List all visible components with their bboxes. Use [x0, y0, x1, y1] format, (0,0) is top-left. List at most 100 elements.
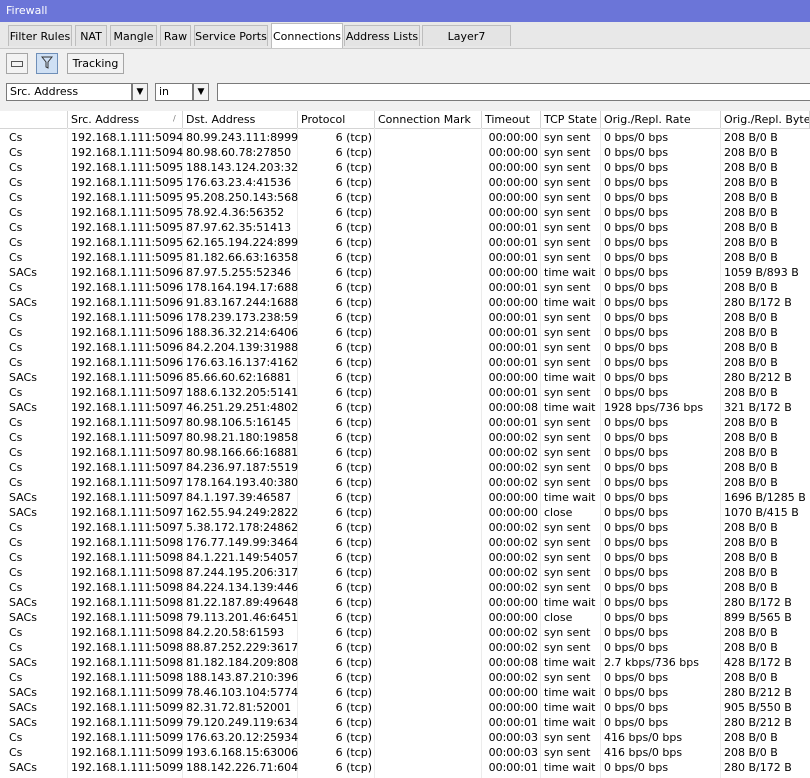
- table-row[interactable]: Cs 192.168.1.111:50973 80.98.21.180:19858 6…: [0, 430, 810, 445]
- column-header-rate[interactable]: Orig./Repl. Rate: [601, 111, 721, 128]
- table-row[interactable]: Cs 192.168.1.111:50961 178.164.194.17:6881…: [0, 280, 810, 295]
- table-row[interactable]: SACs 192.168.1.111:50988 81.182.184.209:80…: [0, 655, 810, 670]
- tab-filter-rules[interactable]: Filter Rules: [8, 25, 72, 46]
- table-row[interactable]: Cs 192.168.1.111:50967 84.2.204.139:31988 6…: [0, 340, 810, 355]
- cell-timeout: 00:00:02: [488, 476, 538, 489]
- table-row[interactable]: SACs 192.168.1.111:50960 87.97.5.255:52346…: [0, 265, 810, 280]
- table-row[interactable]: SACs 192.168.1.111:50992 79.120.249.119:63…: [0, 715, 810, 730]
- table-row[interactable]: SACs 192.168.1.111:50995 188.142.226.71:60…: [0, 760, 810, 775]
- tab-service-ports[interactable]: Service Ports: [194, 25, 268, 46]
- filter-icon: [40, 56, 54, 69]
- table-row[interactable]: Cs 192.168.1.111:50958 62.165.194.224:8999…: [0, 235, 810, 250]
- table-row[interactable]: Cs 192.168.1.111:50963 178.239.173.238:59.…: [0, 310, 810, 325]
- cell-timeout: 00:00:02: [488, 626, 538, 639]
- tab-raw[interactable]: Raw: [160, 25, 191, 46]
- cell-dst-address: 78.46.103.104:57748: [186, 686, 298, 699]
- filter-toggle-button[interactable]: [36, 53, 58, 74]
- tab-nat[interactable]: NAT: [75, 25, 107, 46]
- table-row[interactable]: SACs 192.168.1.111:50985 79.113.201.46:645…: [0, 610, 810, 625]
- table-row[interactable]: Cs 192.168.1.111:5098384.224.134.139:4468…: [0, 580, 810, 595]
- tab-mangle[interactable]: Mangle: [110, 25, 157, 46]
- remove-button[interactable]: [6, 53, 28, 74]
- cell-rate: 0 bps/0 bps: [604, 476, 669, 489]
- table-row[interactable]: SACs 192.168.1.111:50984 81.22.187.89:4964…: [0, 595, 810, 610]
- cell-dst-address: 79.120.249.119:63416: [186, 716, 298, 729]
- table-row[interactable]: SACs 192.168.1.111:50978 162.55.94.249:282…: [0, 505, 810, 520]
- cell-dst-address: 62.165.194.224:8999: [186, 236, 298, 249]
- cell-flags: SACs: [9, 371, 37, 384]
- cell-rate: 0 bps/0 bps: [604, 446, 669, 459]
- table-row[interactable]: Cs 192.168.1.111:50994 193.6.168.15:63006 6…: [0, 745, 810, 760]
- tracking-button[interactable]: Tracking: [67, 53, 124, 74]
- table-row[interactable]: Cs 192.168.1.111:50976178.164.193.40:3804…: [0, 475, 810, 490]
- column-header-connection-mark[interactable]: Connection Mark: [375, 111, 482, 128]
- column-header-timeout[interactable]: Timeout: [482, 111, 541, 128]
- table-row[interactable]: SACs 192.168.1.111:50962 91.83.167.244:168…: [0, 295, 810, 310]
- cell-tcp-state: syn sent: [544, 731, 591, 744]
- table-row[interactable]: Cs 192.168.1.111:50950 188.143.124.203:32.…: [0, 160, 810, 175]
- table-row[interactable]: Cs 192.168.1.111:50979 5.38.172.178:24862 6…: [0, 520, 810, 535]
- column-header-dst-address[interactable]: Dst. Address: [183, 111, 298, 128]
- table-row[interactable]: Cs 192.168.1.111:50951 176.63.23.4:41536 6 …: [0, 175, 810, 190]
- tab-connections[interactable]: Connections: [271, 23, 343, 48]
- cell-src-address: 192.168.1.111:50988: [71, 656, 183, 669]
- table-row[interactable]: Cs 192.168.1.111:50948 80.99.243.111:8999 6…: [0, 130, 810, 145]
- table-row[interactable]: SACs 192.168.1.111:50971 46.251.29.251:480…: [0, 400, 810, 415]
- filter-operator-dropdown[interactable]: ▼: [193, 83, 209, 101]
- table-row[interactable]: Cs 192.168.1.111:50959 81.182.66.63:16358 6…: [0, 250, 810, 265]
- minus-icon: [11, 61, 23, 67]
- cell-rate: 0 bps/0 bps: [604, 146, 669, 159]
- table-row[interactable]: SACs 192.168.1.111:50991 82.31.72.81:52001…: [0, 700, 810, 715]
- cell-tcp-state: time wait: [544, 596, 596, 609]
- connections-table: Src. Address / Dst. Address Protocol Connect…: [0, 111, 810, 778]
- cell-timeout: 00:00:01: [488, 326, 538, 339]
- table-row[interactable]: Cs 192.168.1.111:50980 176.77.149.99:34648…: [0, 535, 810, 550]
- column-header-flags[interactable]: [6, 111, 68, 128]
- filter-value-input[interactable]: [217, 83, 810, 101]
- table-row[interactable]: SACs 192.168.1.111:50990 78.46.103.104:577…: [0, 685, 810, 700]
- table-row[interactable]: Cs 192.168.1.111:50981 84.1.221.149:54057 6…: [0, 550, 810, 565]
- column-header-protocol[interactable]: Protocol: [298, 111, 375, 128]
- table-row[interactable]: Cs 192.168.1.111:50964 188.36.32.214:64062…: [0, 325, 810, 340]
- table-row[interactable]: Cs 192.168.1.111:50993 176.63.20.12:25934 6…: [0, 730, 810, 745]
- table-row[interactable]: Cs 192.168.1.111:50949 80.98.60.78:27850 6 …: [0, 145, 810, 160]
- cell-connection-mark: [375, 700, 482, 715]
- table-row[interactable]: SACs 192.168.1.111:50977 84.1.197.39:46587…: [0, 490, 810, 505]
- cell-bytes: 1070 B/415 B: [724, 506, 799, 519]
- cell-src-address: 192.168.1.111:50991: [71, 701, 183, 714]
- table-row[interactable]: Cs 192.168.1.111:50972 80.98.106.5:16145 6 …: [0, 415, 810, 430]
- table-row[interactable]: Cs 192.168.1.111:50970 188.6.132.205:51413…: [0, 385, 810, 400]
- table-row[interactable]: Cs 192.168.1.111:50957 87.97.62.35:51413 6 …: [0, 220, 810, 235]
- table-row[interactable]: Cs 192.168.1.111:50989 188.143.87.210:3967…: [0, 670, 810, 685]
- table-row[interactable]: Cs 192.168.1.111:50974 80.98.166.66:16881 6…: [0, 445, 810, 460]
- tab-layer7-protocols[interactable]: Layer7 Protocols: [422, 25, 511, 64]
- cell-bytes: 208 B/0 B: [724, 251, 778, 264]
- cell-bytes: 208 B/0 B: [724, 311, 778, 324]
- column-header-tcp-state[interactable]: TCP State: [541, 111, 601, 128]
- cell-bytes: 321 B/172 B: [724, 401, 792, 414]
- cell-timeout: 00:00:00: [488, 701, 538, 714]
- column-header-src-address[interactable]: Src. Address: [68, 111, 183, 128]
- cell-src-address: 192.168.1.111:50963: [71, 311, 183, 324]
- table-row[interactable]: Cs 192.168.1.111:50953 78.92.4.36:56352 6 (…: [0, 205, 810, 220]
- table-row[interactable]: Cs 192.168.1.111:50987 88.87.252.229:36176…: [0, 640, 810, 655]
- filter-field-dropdown[interactable]: ▼: [132, 83, 148, 101]
- table-row[interactable]: Cs 192.168.1.111:50968 176.63.16.137:41626…: [0, 355, 810, 370]
- filter-field-select[interactable]: Src. Address: [6, 83, 132, 101]
- tab-address-lists[interactable]: Address Lists: [344, 25, 420, 46]
- cell-connection-mark: [375, 370, 482, 385]
- cell-dst-address: 81.22.187.89:49648: [186, 596, 298, 609]
- table-row[interactable]: Cs 192.168.1.111:5095295.208.250.143:5680…: [0, 190, 810, 205]
- table-row[interactable]: Cs 192.168.1.111:5098287.244.195.206:3175…: [0, 565, 810, 580]
- cell-flags: SACs: [9, 656, 37, 669]
- column-header-bytes[interactable]: Orig./Repl. Bytes: [721, 111, 810, 128]
- cell-bytes: 208 B/0 B: [724, 731, 778, 744]
- table-row[interactable]: SACs 192.168.1.111:50969 85.66.60.62:16881…: [0, 370, 810, 385]
- cell-dst-address: 84.1.197.39:46587: [186, 491, 292, 504]
- cell-tcp-state: time wait: [544, 491, 596, 504]
- filter-operator-select[interactable]: in: [155, 83, 193, 101]
- cell-rate: 0 bps/0 bps: [604, 581, 669, 594]
- table-row[interactable]: Cs 192.168.1.111:50986 84.2.20.58:61593 6 (…: [0, 625, 810, 640]
- cell-timeout: 00:00:01: [488, 281, 538, 294]
- table-row[interactable]: Cs 192.168.1.111:50975 84.236.97.187:55196…: [0, 460, 810, 475]
